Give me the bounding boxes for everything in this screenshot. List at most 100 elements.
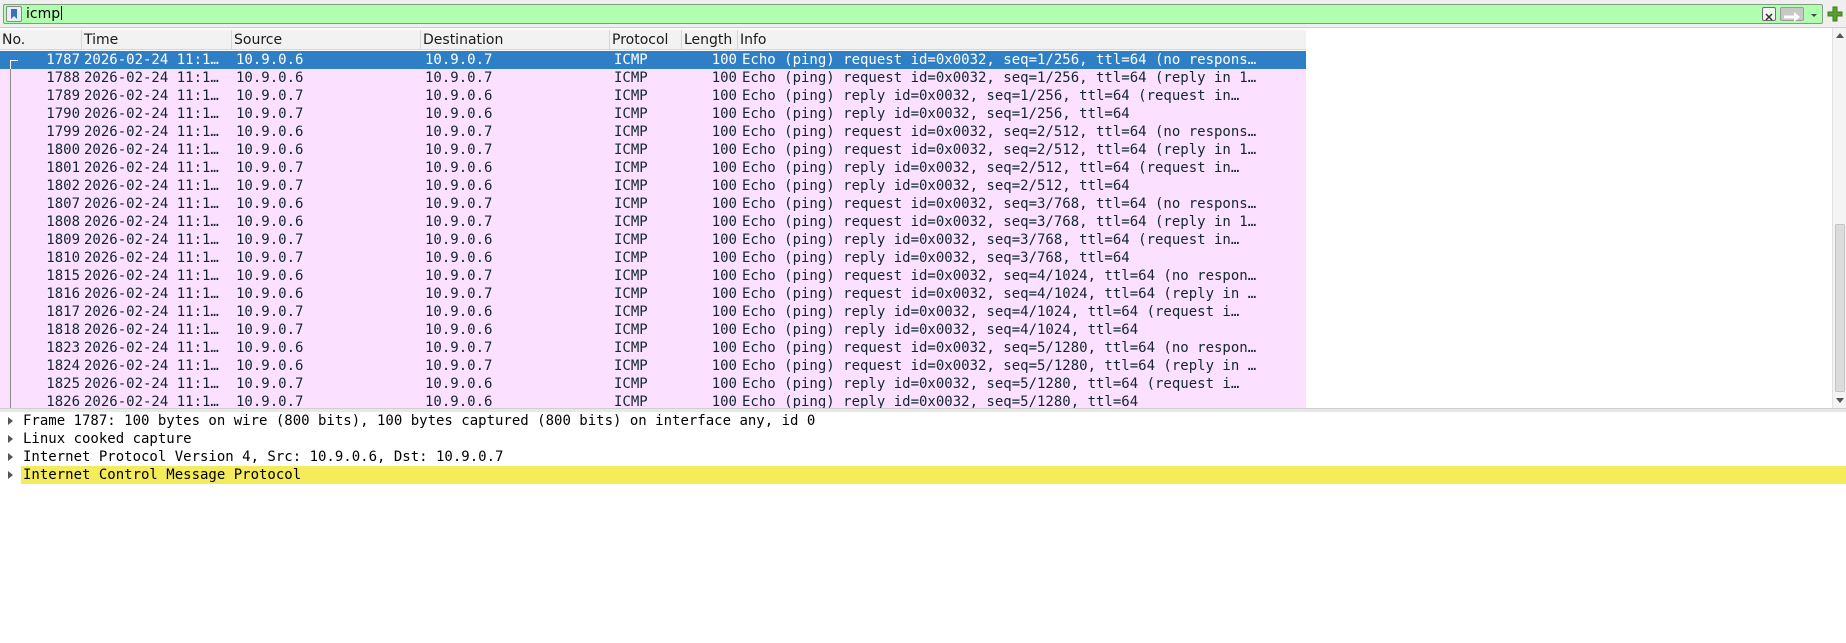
- packet-destination-cell: 10.9.0.7: [425, 124, 493, 140]
- packet-row[interactable]: 1799 2026-02-24 11:1… 10.9.0.6 10.9.0.7 ICMP…: [0, 123, 1306, 141]
- packet-source-cell: 10.9.0.6: [236, 196, 304, 212]
- packet-length-cell: 100: [711, 106, 737, 122]
- packet-protocol-cell: ICMP: [614, 322, 648, 338]
- detail-row-frame[interactable]: Frame 1787: 100 bytes on wire (800 bits)…: [0, 412, 1846, 430]
- packet-number-cell: 1802: [46, 178, 80, 194]
- packet-protocol-cell: ICMP: [614, 124, 648, 140]
- packet-row[interactable]: 1807 2026-02-24 11:1… 10.9.0.6 10.9.0.7 ICMP…: [0, 195, 1306, 213]
- packet-row[interactable]: 1825 2026-02-24 11:1… 10.9.0.7 10.9.0.6 ICMP…: [0, 375, 1306, 393]
- packet-number-cell: 1788: [46, 70, 80, 86]
- packet-destination-cell: 10.9.0.6: [425, 322, 493, 338]
- packet-row[interactable]: 1808 2026-02-24 11:1… 10.9.0.6 10.9.0.7 ICMP…: [0, 213, 1306, 231]
- packet-row[interactable]: 1818 2026-02-24 11:1… 10.9.0.7 10.9.0.6 ICMP…: [0, 321, 1306, 339]
- scroll-up-icon[interactable]: [1836, 33, 1844, 38]
- packet-row[interactable]: 1816 2026-02-24 11:1… 10.9.0.6 10.9.0.7 ICMP…: [0, 285, 1306, 303]
- detail-row-icmp[interactable]: Internet Control Message Protocol: [0, 466, 1846, 484]
- packet-info-cell: Echo (ping) request id=0x0032, seq=4/102…: [742, 286, 1257, 302]
- packet-length-cell: 100: [711, 214, 737, 230]
- packet-number-cell: 1809: [46, 232, 80, 248]
- recent-filters-dropdown-icon[interactable]: [1808, 7, 1820, 21]
- packet-info-cell: Echo (ping) reply id=0x0032, seq=5/1280,…: [742, 394, 1139, 408]
- packet-row[interactable]: 1826 2026-02-24 11:1… 10.9.0.7 10.9.0.6 ICMP…: [0, 393, 1306, 408]
- column-header-source[interactable]: Source: [232, 30, 421, 50]
- apply-filter-arrow-icon[interactable]: [1780, 7, 1804, 22]
- display-filter-text: icmp: [26, 6, 61, 22]
- packet-row[interactable]: 1789 2026-02-24 11:1… 10.9.0.7 10.9.0.6 ICMP…: [0, 87, 1306, 105]
- column-header-destination[interactable]: Destination: [421, 30, 610, 50]
- packet-length-cell: 100: [711, 160, 737, 176]
- packet-row[interactable]: 1823 2026-02-24 11:1… 10.9.0.6 10.9.0.7 ICMP…: [0, 339, 1306, 357]
- packet-length-cell: 100: [711, 88, 737, 104]
- expand-arrow-icon[interactable]: [8, 435, 13, 443]
- packet-time-cell: 2026-02-24 11:1…: [84, 124, 219, 140]
- packet-length-cell: 100: [711, 376, 737, 392]
- column-header-no[interactable]: No.: [0, 30, 82, 50]
- packet-destination-cell: 10.9.0.7: [425, 52, 493, 68]
- packet-info-cell: Echo (ping) request id=0x0032, seq=1/256…: [742, 70, 1257, 86]
- packet-row[interactable]: 1788 2026-02-24 11:1… 10.9.0.6 10.9.0.7 ICMP…: [0, 69, 1306, 87]
- filter-bookmark-icon[interactable]: [6, 6, 22, 22]
- scrollbar-thumb[interactable]: [1835, 224, 1845, 392]
- packet-row[interactable]: 1824 2026-02-24 11:1… 10.9.0.6 10.9.0.7 ICMP…: [0, 357, 1306, 375]
- packet-protocol-cell: ICMP: [614, 304, 648, 320]
- packet-info-cell: Echo (ping) request id=0x0032, seq=2/512…: [742, 142, 1257, 158]
- packet-info-cell: Echo (ping) reply id=0x0032, seq=3/768, …: [742, 250, 1130, 266]
- packet-info-cell: Echo (ping) request id=0x0032, seq=4/102…: [742, 268, 1257, 284]
- display-filter-field[interactable]: icmp: [3, 4, 1823, 24]
- column-header-protocol[interactable]: Protocol: [610, 30, 682, 50]
- packet-info-cell: Echo (ping) request id=0x0032, seq=1/256…: [742, 52, 1257, 68]
- packet-destination-cell: 10.9.0.7: [425, 70, 493, 86]
- packet-row[interactable]: 1801 2026-02-24 11:1… 10.9.0.7 10.9.0.6 ICMP…: [0, 159, 1306, 177]
- expand-arrow-icon[interactable]: [8, 453, 13, 461]
- packet-time-cell: 2026-02-24 11:1…: [84, 394, 219, 408]
- packet-number-cell: 1800: [46, 142, 80, 158]
- packet-protocol-cell: ICMP: [614, 106, 648, 122]
- packet-length-cell: 100: [711, 358, 737, 374]
- add-filter-button-plus-icon[interactable]: [1826, 5, 1844, 23]
- expand-arrow-icon[interactable]: [8, 471, 13, 479]
- packet-row[interactable]: 1817 2026-02-24 11:1… 10.9.0.7 10.9.0.6 ICMP…: [0, 303, 1306, 321]
- packet-list-scrollbar[interactable]: [1832, 28, 1846, 408]
- packet-source-cell: 10.9.0.7: [236, 106, 304, 122]
- display-filter-input[interactable]: icmp: [26, 5, 63, 23]
- packet-row[interactable]: 1787 2026-02-24 11:1… 10.9.0.6 10.9.0.7 ICMP…: [0, 51, 1306, 69]
- packet-destination-cell: 10.9.0.7: [425, 358, 493, 374]
- packet-row[interactable]: 1800 2026-02-24 11:1… 10.9.0.6 10.9.0.7 ICMP…: [0, 141, 1306, 159]
- packet-destination-cell: 10.9.0.6: [425, 178, 493, 194]
- packet-number-cell: 1808: [46, 214, 80, 230]
- packet-time-cell: 2026-02-24 11:1…: [84, 142, 219, 158]
- packet-time-cell: 2026-02-24 11:1…: [84, 358, 219, 374]
- packet-destination-cell: 10.9.0.6: [425, 232, 493, 248]
- column-header-info[interactable]: Info: [738, 30, 1306, 50]
- packet-row[interactable]: 1802 2026-02-24 11:1… 10.9.0.7 10.9.0.6 ICMP…: [0, 177, 1306, 195]
- detail-row-ipv4[interactable]: Internet Protocol Version 4, Src: 10.9.0…: [0, 448, 1846, 466]
- packet-destination-cell: 10.9.0.6: [425, 250, 493, 266]
- packet-info-cell: Echo (ping) reply id=0x0032, seq=1/256, …: [742, 106, 1130, 122]
- packet-details-pane: Frame 1787: 100 bytes on wire (800 bits)…: [0, 412, 1846, 643]
- packet-number-cell: 1816: [46, 286, 80, 302]
- packet-row[interactable]: 1790 2026-02-24 11:1… 10.9.0.7 10.9.0.6 ICMP…: [0, 105, 1306, 123]
- packet-destination-cell: 10.9.0.6: [425, 88, 493, 104]
- packet-length-cell: 100: [711, 304, 737, 320]
- detail-row-linux-cooked[interactable]: Linux cooked capture: [0, 430, 1846, 448]
- detail-label: Internet Control Message Protocol: [23, 467, 302, 483]
- scroll-down-icon[interactable]: [1836, 398, 1844, 403]
- packet-info-cell: Echo (ping) request id=0x0032, seq=3/768…: [742, 196, 1257, 212]
- column-header-time[interactable]: Time: [82, 30, 232, 50]
- packet-row[interactable]: 1809 2026-02-24 11:1… 10.9.0.7 10.9.0.6 ICMP…: [0, 231, 1306, 249]
- packet-row[interactable]: 1810 2026-02-24 11:1… 10.9.0.7 10.9.0.6 ICMP…: [0, 249, 1306, 267]
- clear-filter-icon[interactable]: [1762, 7, 1776, 21]
- packet-info-cell: Echo (ping) reply id=0x0032, seq=2/512, …: [742, 160, 1240, 176]
- packet-info-cell: Echo (ping) request id=0x0032, seq=2/512…: [742, 124, 1257, 140]
- packet-number-cell: 1807: [46, 196, 80, 212]
- packet-time-cell: 2026-02-24 11:1…: [84, 322, 219, 338]
- packet-length-cell: 100: [711, 196, 737, 212]
- packet-source-cell: 10.9.0.7: [236, 160, 304, 176]
- packet-time-cell: 2026-02-24 11:1…: [84, 88, 219, 104]
- packet-source-cell: 10.9.0.7: [236, 376, 304, 392]
- packet-source-cell: 10.9.0.6: [236, 70, 304, 86]
- packet-source-cell: 10.9.0.6: [236, 142, 304, 158]
- packet-row[interactable]: 1815 2026-02-24 11:1… 10.9.0.6 10.9.0.7 ICMP…: [0, 267, 1306, 285]
- expand-arrow-icon[interactable]: [8, 417, 13, 425]
- column-header-length[interactable]: Length: [682, 30, 738, 50]
